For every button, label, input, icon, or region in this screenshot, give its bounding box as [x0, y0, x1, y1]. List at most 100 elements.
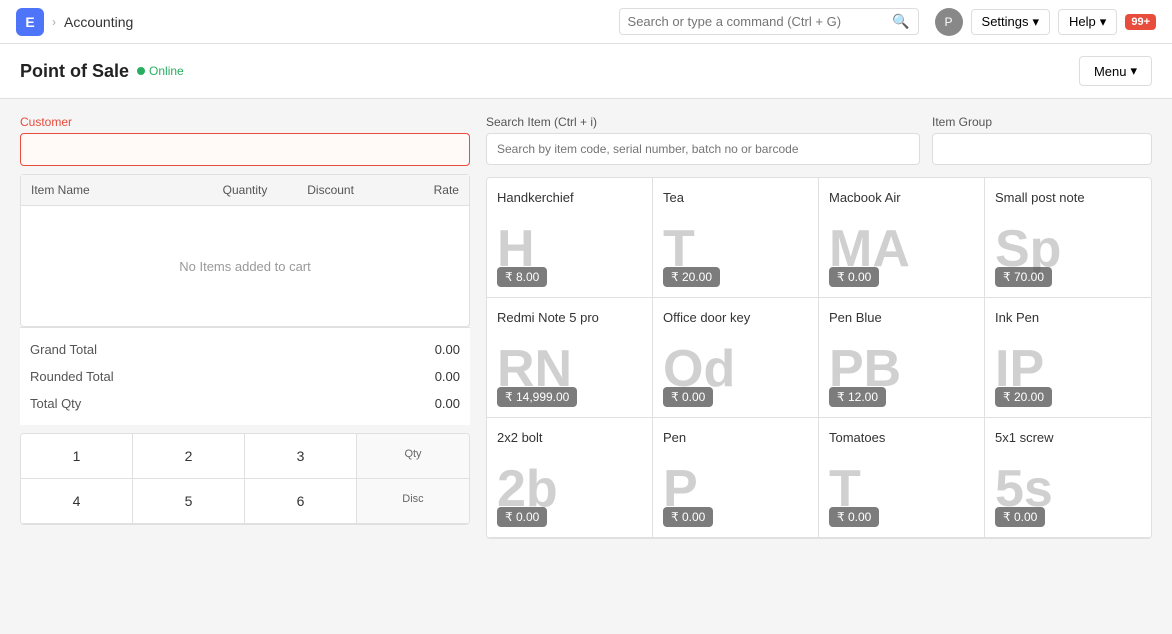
settings-label: Settings	[982, 14, 1029, 29]
product-card[interactable]: Macbook Air MA ₹ 0.00	[819, 178, 985, 298]
product-name: Small post note	[995, 190, 1141, 205]
navbar-right: P Settings ▾ Help ▾ 99+	[935, 8, 1156, 36]
search-item-input[interactable]	[486, 133, 920, 165]
notification-badge[interactable]: 99+	[1125, 14, 1156, 30]
customer-input[interactable]	[20, 133, 470, 166]
header-item-name: Item Name	[31, 183, 202, 197]
totals-section: Grand Total 0.00 Rounded Total 0.00 Tota…	[20, 327, 470, 425]
product-card[interactable]: Office door key Od ₹ 0.00	[653, 298, 819, 418]
product-name: Handkerchief	[497, 190, 642, 205]
online-dot-icon	[137, 67, 145, 75]
product-price: ₹ 0.00	[829, 507, 879, 527]
header-rate: Rate	[373, 183, 459, 197]
cart-header: Item Name Quantity Discount Rate	[21, 175, 469, 206]
sub-header: Point of Sale Online Menu ▾	[0, 44, 1172, 99]
product-price: ₹ 14,999.00	[497, 387, 577, 407]
item-group-section: Item Group	[932, 115, 1152, 165]
item-group-input[interactable]	[932, 133, 1152, 165]
menu-button[interactable]: Menu ▾	[1079, 56, 1152, 86]
search-item-section: Search Item (Ctrl + i)	[486, 115, 920, 165]
global-search[interactable]: 🔍	[619, 8, 919, 35]
total-qty-value: 0.00	[435, 396, 460, 411]
settings-chevron-icon: ▾	[1033, 14, 1040, 30]
grand-total-value: 0.00	[435, 342, 460, 357]
product-price: ₹ 8.00	[497, 267, 547, 287]
right-panel: Search Item (Ctrl + i) Item Group Handke…	[486, 115, 1152, 539]
page-title: Point of Sale	[20, 61, 129, 82]
cart-empty-message: No Items added to cart	[21, 206, 469, 326]
product-name: Macbook Air	[829, 190, 974, 205]
numpad-key-qty[interactable]: Qty	[357, 434, 469, 479]
product-card[interactable]: Ink Pen IP ₹ 20.00	[985, 298, 1151, 418]
numpad-key-5[interactable]: 5	[133, 479, 245, 524]
total-qty-row: Total Qty 0.00	[30, 390, 460, 417]
product-card[interactable]: 5x1 screw 5s ₹ 0.00	[985, 418, 1151, 538]
help-label: Help	[1069, 14, 1096, 29]
product-name: Ink Pen	[995, 310, 1141, 325]
numpad-key-1[interactable]: 1	[21, 434, 133, 479]
settings-button[interactable]: Settings ▾	[971, 9, 1051, 35]
customer-section: Customer	[20, 115, 470, 166]
numpad: 123Qty 456Disc	[20, 433, 470, 525]
navbar: E › Accounting 🔍 P Settings ▾ Help ▾ 99+	[0, 0, 1172, 44]
product-price: ₹ 0.00	[663, 507, 713, 527]
product-name: Pen	[663, 430, 808, 445]
rounded-total-label: Rounded Total	[30, 369, 114, 384]
header-discount: Discount	[288, 183, 374, 197]
numpad-key-6[interactable]: 6	[245, 479, 357, 524]
left-panel: Customer Item Name Quantity Discount Rat…	[20, 115, 470, 539]
product-name: 2x2 bolt	[497, 430, 642, 445]
product-grid: Handkerchief H ₹ 8.00 Tea T ₹ 20.00 Macb…	[486, 177, 1152, 539]
product-price: ₹ 0.00	[497, 507, 547, 527]
product-name: Pen Blue	[829, 310, 974, 325]
menu-label: Menu	[1094, 64, 1127, 79]
grand-total-row: Grand Total 0.00	[30, 336, 460, 363]
product-name: Office door key	[663, 310, 808, 325]
product-name: 5x1 screw	[995, 430, 1141, 445]
product-card[interactable]: Pen Blue PB ₹ 12.00	[819, 298, 985, 418]
product-name: Tomatoes	[829, 430, 974, 445]
numpad-key-3[interactable]: 3	[245, 434, 357, 479]
help-chevron-icon: ▾	[1100, 14, 1107, 30]
navbar-section-title: Accounting	[64, 14, 133, 30]
avatar: P	[935, 8, 963, 36]
help-button[interactable]: Help ▾	[1058, 9, 1117, 35]
product-card[interactable]: Redmi Note 5 pro RN ₹ 14,999.00	[487, 298, 653, 418]
numpad-key-4[interactable]: 4	[21, 479, 133, 524]
product-card[interactable]: Pen P ₹ 0.00	[653, 418, 819, 538]
app-icon: E	[16, 8, 44, 36]
product-price: ₹ 20.00	[995, 387, 1052, 407]
product-card[interactable]: Small post note Sp ₹ 70.00	[985, 178, 1151, 298]
product-price: ₹ 20.00	[663, 267, 720, 287]
breadcrumb-separator: ›	[52, 15, 56, 29]
product-card[interactable]: 2x2 bolt 2b ₹ 0.00	[487, 418, 653, 538]
product-card[interactable]: Tomatoes T ₹ 0.00	[819, 418, 985, 538]
product-card[interactable]: Handkerchief H ₹ 8.00	[487, 178, 653, 298]
product-price: ₹ 0.00	[663, 387, 713, 407]
page-title-area: Point of Sale Online	[20, 61, 184, 82]
rounded-total-row: Rounded Total 0.00	[30, 363, 460, 390]
product-card[interactable]: Tea T ₹ 20.00	[653, 178, 819, 298]
rounded-total-value: 0.00	[435, 369, 460, 384]
grand-total-label: Grand Total	[30, 342, 97, 357]
product-price: ₹ 0.00	[829, 267, 879, 287]
item-group-label: Item Group	[932, 115, 1152, 129]
customer-label: Customer	[20, 115, 470, 129]
cart-table: Item Name Quantity Discount Rate No Item…	[20, 174, 470, 327]
header-quantity: Quantity	[202, 183, 288, 197]
search-icon: 🔍	[892, 13, 909, 30]
product-name: Redmi Note 5 pro	[497, 310, 642, 325]
main-content: Customer Item Name Quantity Discount Rat…	[0, 99, 1172, 555]
online-status: Online	[137, 64, 184, 78]
numpad-key-disc[interactable]: Disc	[357, 479, 469, 524]
online-label: Online	[149, 64, 184, 78]
menu-chevron-icon: ▾	[1130, 63, 1137, 79]
search-input[interactable]	[628, 14, 893, 29]
right-top: Search Item (Ctrl + i) Item Group	[486, 115, 1152, 165]
product-price: ₹ 12.00	[829, 387, 886, 407]
search-item-label: Search Item (Ctrl + i)	[486, 115, 920, 129]
product-name: Tea	[663, 190, 808, 205]
numpad-key-2[interactable]: 2	[133, 434, 245, 479]
product-price: ₹ 70.00	[995, 267, 1052, 287]
total-qty-label: Total Qty	[30, 396, 81, 411]
